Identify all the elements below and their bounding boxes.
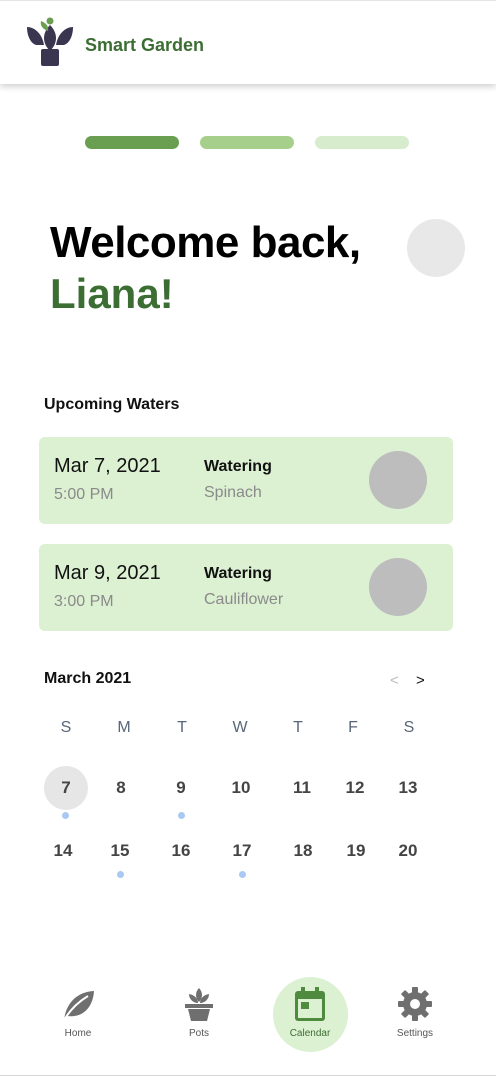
- smart-garden-logo-icon: [27, 17, 73, 66]
- plant-thumbnail: [369, 558, 427, 616]
- calendar-day[interactable]: 15: [98, 829, 142, 873]
- watering-date: Mar 7, 2021: [54, 455, 161, 477]
- event-dot: [178, 812, 185, 819]
- leaf-icon: [63, 991, 94, 1021]
- weekday-saturday: S: [403, 719, 415, 736]
- nav-settings-label: Settings: [396, 1028, 434, 1039]
- calendar-day-selected[interactable]: 7: [44, 766, 88, 810]
- nav-home-label: Home: [64, 1028, 92, 1039]
- calendar-day[interactable]: 12: [333, 766, 377, 810]
- weekday-thursday: T: [293, 719, 303, 736]
- nav-calendar[interactable]: Calendar: [270, 962, 350, 1076]
- watering-time: 5:00 PM: [54, 486, 114, 503]
- nav-calendar-label: Calendar: [289, 1028, 331, 1039]
- calendar-next-button[interactable]: >: [416, 672, 425, 689]
- watering-action: Watering: [204, 565, 272, 582]
- app-header: Smart Garden: [0, 0, 496, 84]
- calendar-day[interactable]: 14: [41, 829, 85, 873]
- weekday-tuesday: T: [177, 719, 187, 736]
- calendar-day[interactable]: 9: [159, 766, 203, 810]
- gear-icon: [398, 987, 432, 1021]
- calendar-day[interactable]: 13: [386, 766, 430, 810]
- watering-plant: Spinach: [204, 484, 262, 501]
- avatar[interactable]: [407, 219, 465, 277]
- welcome-heading: Welcome back,: [50, 218, 361, 267]
- upcoming-waters-title: Upcoming Waters: [44, 396, 180, 413]
- welcome-user-name: Liana!: [50, 270, 174, 317]
- weekday-wednesday: W: [232, 719, 248, 736]
- nav-pots-label: Pots: [188, 1028, 209, 1039]
- potted-plant-icon: [185, 988, 213, 1021]
- event-dot: [117, 871, 124, 878]
- watering-time: 3:00 PM: [54, 593, 114, 610]
- event-dot: [62, 812, 69, 819]
- progress-step-3: [315, 136, 409, 149]
- app-title: Smart Garden: [85, 35, 205, 55]
- nav-settings[interactable]: Settings: [375, 962, 455, 1076]
- calendar-icon: [295, 987, 325, 1021]
- nav-pots[interactable]: Pots: [159, 962, 239, 1076]
- calendar-day[interactable]: 11: [280, 766, 324, 810]
- calendar-day[interactable]: 19: [334, 829, 378, 873]
- watering-card[interactable]: Mar 7, 2021 5:00 PM Watering Spinach: [39, 437, 453, 524]
- weekday-friday: F: [348, 719, 358, 736]
- calendar-day[interactable]: 18: [281, 829, 325, 873]
- calendar-day[interactable]: 17: [220, 829, 264, 873]
- calendar-prev-button[interactable]: <: [390, 672, 399, 689]
- watering-date: Mar 9, 2021: [54, 562, 161, 584]
- plant-thumbnail: [369, 451, 427, 509]
- watering-action: Watering: [204, 458, 272, 475]
- calendar-day[interactable]: 10: [219, 766, 263, 810]
- bottom-navigation: Home Pots Calendar Settings: [0, 962, 496, 1076]
- weekday-sunday: S: [60, 719, 72, 736]
- watering-card[interactable]: Mar 9, 2021 3:00 PM Watering Cauliflower: [39, 544, 453, 631]
- progress-step-2: [200, 136, 294, 149]
- calendar-day[interactable]: 16: [159, 829, 203, 873]
- step-progress: [0, 136, 496, 150]
- calendar-day[interactable]: 8: [99, 766, 143, 810]
- calendar-month-label: March 2021: [44, 670, 132, 687]
- calendar-day[interactable]: 20: [386, 829, 430, 873]
- watering-plant: Cauliflower: [204, 591, 284, 608]
- progress-step-1: [85, 136, 179, 149]
- event-dot: [239, 871, 246, 878]
- nav-home[interactable]: Home: [38, 962, 118, 1076]
- weekday-monday: M: [117, 719, 131, 736]
